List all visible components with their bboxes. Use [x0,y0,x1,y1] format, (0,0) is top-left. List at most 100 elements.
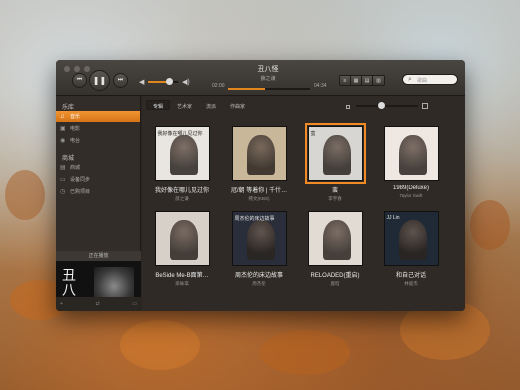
album-cover[interactable] [383,126,439,181]
sidebar-item-library-0[interactable]: ♫ 音乐 [56,111,140,122]
purchased-icon: ◷ [60,189,66,195]
volume-high-icon: ◀) [182,79,190,86]
next-track-button[interactable]: ⏭ [113,73,128,88]
volume-knob[interactable] [166,78,173,85]
album-item[interactable]: 我好像在哪儿见过你 我好像在哪儿见过你 薛之谦 [145,126,219,202]
artwork-toggle-icon[interactable]: ▭ [132,301,137,307]
now-playing-title: 丑八怪 [257,66,279,73]
sidebar-item-label: 电影 [70,126,81,132]
small-size-icon [346,105,350,109]
sidebar-item-label: 电台 [70,138,81,144]
album-cover[interactable]: 周杰伦的床边故事 [231,211,287,266]
album-cover-figure [398,220,427,260]
sidebar-item-library-2[interactable]: ◉ 电台 [56,135,140,146]
large-size-icon [422,103,428,109]
album-artist: Taylor Swift [399,193,423,198]
album-title: BeSide Me-B面第… [155,273,209,279]
sidebar-item-label: 音乐 [70,114,81,120]
album-title: 周杰伦的床边故事 [234,273,283,279]
album-item[interactable]: 冠/朝 等着你 | 千什… 韩文(KBS) [222,126,296,202]
album-cover[interactable]: 我好像在哪儿见过你 [154,126,210,181]
playback-progress-bar[interactable] [228,88,310,90]
album-cover-text: 周杰伦的床边故事 [234,216,275,222]
album-item[interactable]: JJ Lin 和自己对话林俊杰 [374,211,448,287]
grid-view-button[interactable]: ▦ [351,76,362,85]
background-leaf [5,170,45,220]
view-mode-buttons: ≡ ▦ ▤ ▥ [339,75,385,86]
list-view-button[interactable]: ≡ [340,76,351,85]
album-cover-figure [169,220,198,260]
album-item[interactable]: 蛮蛮李宇春 [298,123,372,202]
cover-flow-button[interactable]: ▤ [362,76,373,85]
album-item[interactable]: 1989(Deluxe) Taylor Swift [374,126,448,198]
library-header: 乐库 [62,105,75,111]
tab-2[interactable]: 流派 [199,100,223,110]
thumbnail-size-knob[interactable] [378,102,385,109]
zoom-window-button[interactable] [84,66,90,72]
sidebar-item-label: 商城 [70,165,81,171]
album-cover-figure [322,220,351,260]
album-title: 和自己对话 [395,273,426,279]
album-artist: 梁咏琪 [175,281,189,286]
album-cover-figure [246,135,275,175]
album-item[interactable]: BeSide Me-B面第… 梁咏琪 [145,211,219,287]
album-artist: 周杰伦 [252,281,266,286]
background-leaf [260,330,350,375]
album-cover[interactable] [154,211,210,266]
now-playing-artist: 薛之谦 [260,76,276,82]
tab-1[interactable]: 艺术家 [170,100,199,110]
album-title: 蛮 [331,188,338,194]
close-window-button[interactable] [64,66,70,72]
shuffle-icon[interactable]: ⇄ [95,301,99,307]
album-artist: 薛之谦 [175,196,189,201]
album-artist: 韩文(KBS) [248,196,270,201]
sidebar-item-store-2[interactable]: ◷ 已购项目 [56,186,140,197]
thumbnail-size-slider[interactable] [356,102,418,109]
previous-icon: ⏮ [76,77,83,83]
sidebar: 乐库 ♫音乐▣电影◉电台 商城 ▤商城▭设备同步◷已购项目 正在播放 丑八怪 +… [56,96,141,311]
window-controls [64,66,90,72]
search-field[interactable]: ⌕ 歌曲 [402,74,458,85]
add-icon[interactable]: + [60,301,63,307]
album-cover-figure [322,135,351,175]
film-icon: ▣ [60,126,66,132]
playback-progress-fill [228,88,265,90]
album-cover-text: JJ Lin [386,215,400,221]
album-artist: 林俊杰 [404,281,418,286]
previous-track-button[interactable]: ⏮ [72,73,87,88]
next-icon: ⏭ [117,77,124,83]
album-cover-text: 我好像在哪儿见过你 [157,131,203,137]
album-cover[interactable]: 蛮 [304,123,366,184]
album-artist: 鹿晗 [330,281,340,286]
album-cover[interactable]: JJ Lin [383,211,439,266]
album-cover[interactable] [231,126,287,181]
background-leaf [470,200,510,250]
store-icon: ▤ [60,165,66,171]
pause-button[interactable]: ❚❚ [89,70,110,91]
album-item[interactable]: 周杰伦的床边故事 周杰伦的床边故事 周杰伦 [222,211,296,287]
radio-icon: ◉ [60,138,66,144]
sidebar-item-library-1[interactable]: ▣ 电影 [56,123,140,134]
elapsed-time: 02:00 [212,83,225,89]
volume-slider[interactable] [148,78,178,85]
minimize-window-button[interactable] [74,66,80,72]
album-cover[interactable] [307,211,363,266]
tab-0[interactable]: 专辑 [146,100,171,110]
search-icon: ⌕ [408,76,412,83]
album-cover-figure [169,135,198,175]
tab-3[interactable]: 作曲家 [223,100,252,110]
background-leaf [120,320,200,370]
album-title: 冠/朝 等着你 | 千什… [230,188,288,194]
main-content: 专辑 艺术家 流派 作曲家 我好像在哪儿见过你 我好像在哪儿见过你 薛之谦 冠/朝 等着你 … [142,96,465,311]
now-playing-info: 丑八怪 薛之谦 [208,64,328,82]
sidebar-item-label: 已购项目 [70,189,91,195]
album-item[interactable]: RELOADED(重启) 鹿晗 [298,211,372,287]
album-title: 我好像在哪儿见过你 [154,188,209,194]
album-cover-figure [246,220,275,260]
browse-tabs: 专辑 艺术家 流派 作曲家 [146,100,252,110]
column-view-button[interactable]: ▥ [373,76,384,85]
pause-icon: ❚❚ [92,76,107,85]
sidebar-footer: + ⇄ ▭ [56,297,141,311]
sidebar-item-store-0[interactable]: ▤ 商城 [56,162,140,173]
sidebar-item-store-1[interactable]: ▭ 设备同步 [56,174,140,185]
